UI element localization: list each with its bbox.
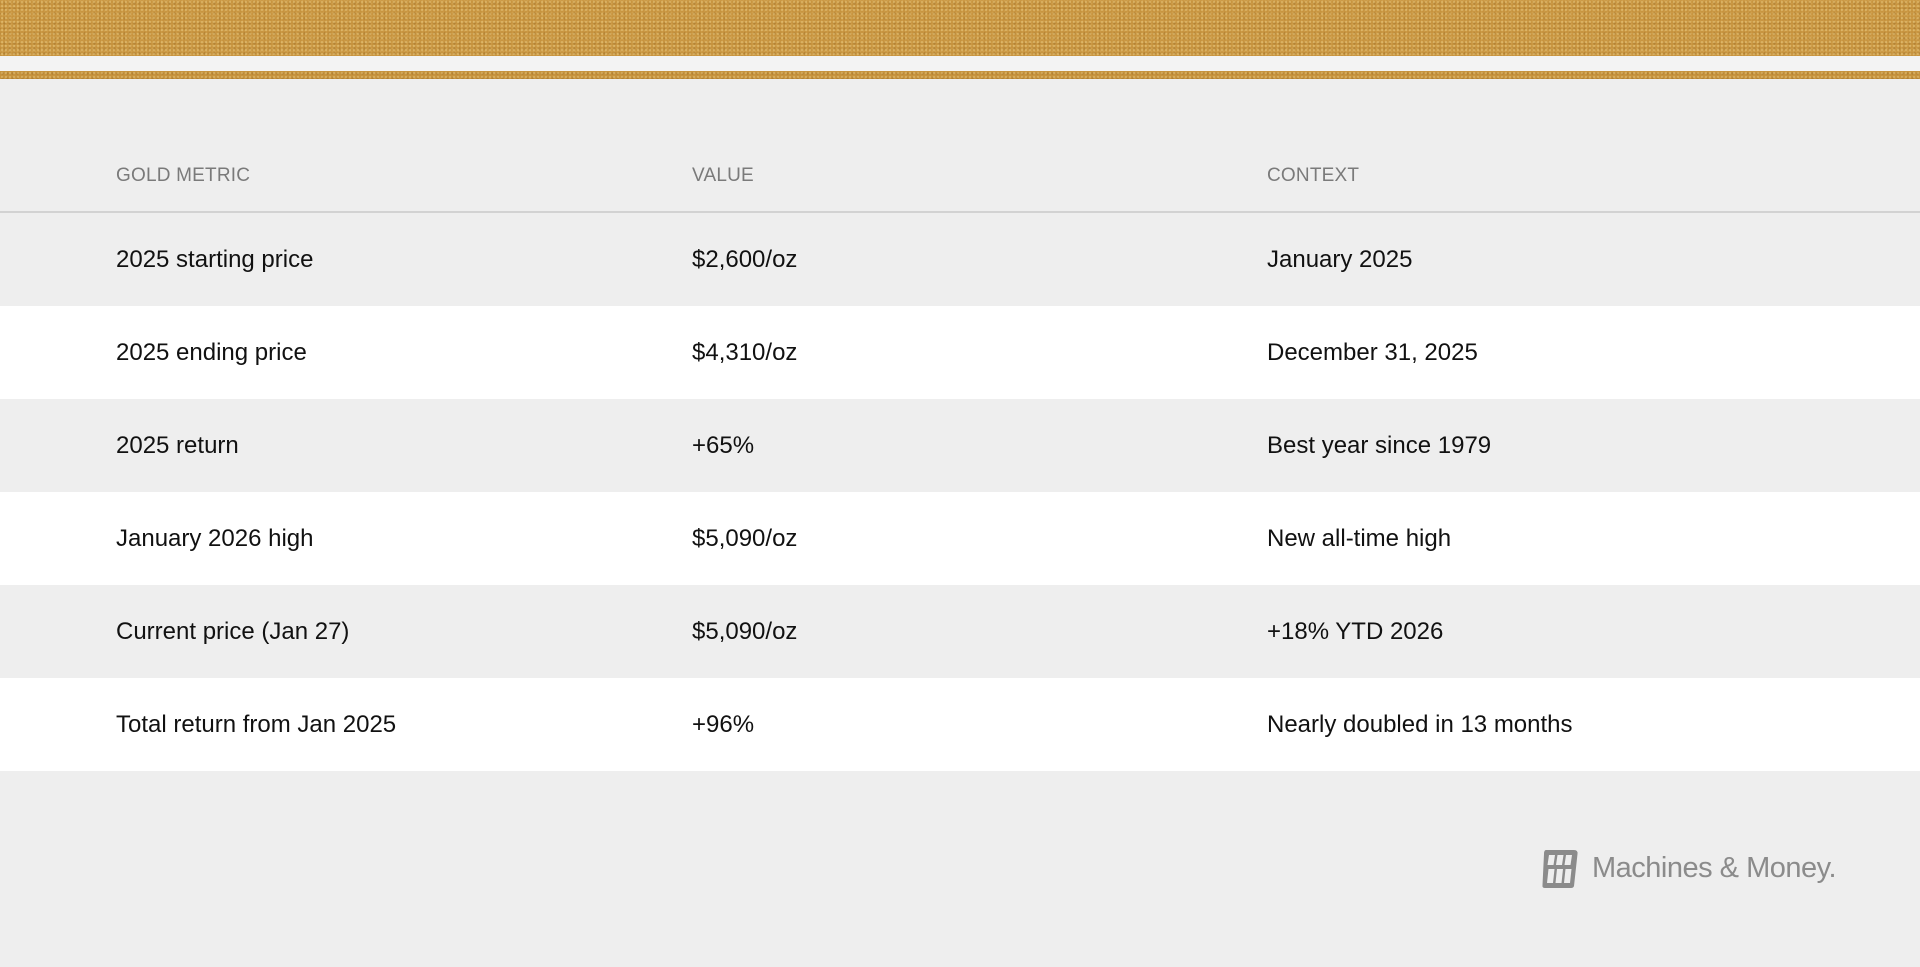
metric-cell: 2025 starting price (116, 246, 314, 273)
table-row: 2025 ending price $4,310/oz December 31,… (0, 306, 1920, 399)
value-cell: $5,090/oz (692, 525, 798, 552)
page: GOLD METRIC VALUE CONTEXT 2025 starting … (0, 0, 1920, 967)
value-cell: $2,600/oz (692, 246, 798, 273)
gold-metrics-table: GOLD METRIC VALUE CONTEXT 2025 starting … (0, 140, 1920, 771)
table-row: 2025 return +65% Best year since 1979 (0, 399, 1920, 492)
table-row: January 2026 high $5,090/oz New all-time… (0, 492, 1920, 585)
context-cell: Best year since 1979 (1267, 432, 1492, 459)
machines-and-money-logo-icon (1540, 846, 1580, 890)
value-cell: +65% (692, 432, 755, 459)
table-row: Total return from Jan 2025 +96% Nearly d… (0, 678, 1920, 771)
context-cell: Nearly doubled in 13 months (1267, 711, 1573, 738)
metric-cell: Current price (Jan 27) (116, 618, 350, 645)
context-cell: January 2025 (1267, 246, 1413, 273)
metric-cell: 2025 return (116, 432, 239, 459)
context-cell: December 31, 2025 (1267, 339, 1478, 366)
metric-cell: 2025 ending price (116, 339, 307, 366)
brand-name: Machines & Money. (1592, 851, 1837, 884)
metric-cell: Total return from Jan 2025 (116, 711, 397, 738)
gold-texture-stripe (0, 71, 1920, 79)
value-cell: $4,310/oz (692, 339, 798, 366)
header-gold-metric: GOLD METRIC (116, 165, 251, 186)
context-cell: +18% YTD 2026 (1267, 618, 1444, 645)
band-gap (0, 56, 1920, 71)
table-row: 2025 starting price $2,600/oz January 20… (0, 213, 1920, 306)
value-cell: +96% (692, 711, 755, 738)
metric-cell: January 2026 high (116, 525, 314, 552)
table-header-row: GOLD METRIC VALUE CONTEXT (0, 140, 1920, 213)
context-cell: New all-time high (1267, 525, 1452, 552)
value-cell: $5,090/oz (692, 618, 798, 645)
header-context: CONTEXT (1267, 165, 1360, 186)
gold-texture-band (0, 0, 1920, 56)
header-value: VALUE (692, 165, 754, 186)
table-row: Current price (Jan 27) $5,090/oz +18% YT… (0, 585, 1920, 678)
brand-footer: Machines & Money. (1540, 846, 1837, 890)
